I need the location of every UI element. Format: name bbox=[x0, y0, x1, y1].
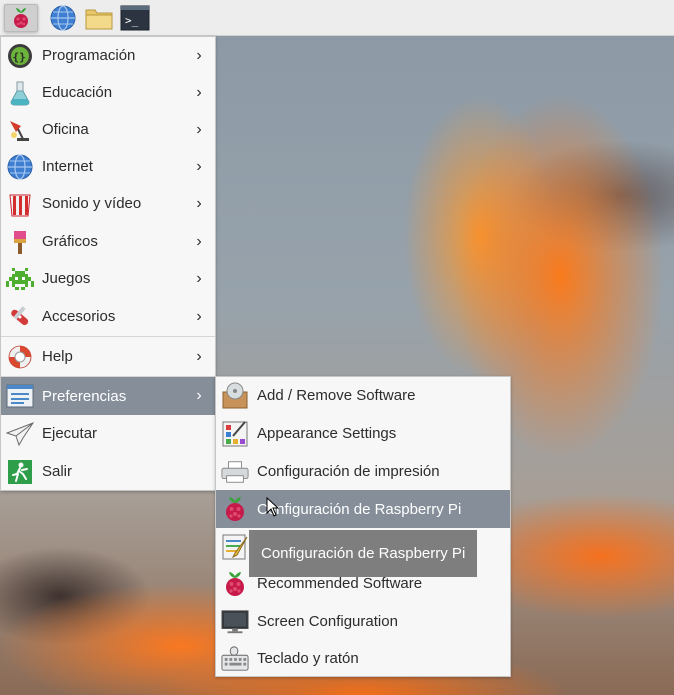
submenu-item-label: Screen Configuration bbox=[257, 613, 398, 630]
menu-separator bbox=[1, 336, 215, 337]
menu-item-preferencias[interactable]: Preferencias › bbox=[1, 377, 215, 415]
submenu-item-label: Recommended Software bbox=[257, 575, 423, 592]
menu-item-juegos[interactable]: Juegos › bbox=[1, 260, 215, 297]
web-browser-launcher[interactable] bbox=[48, 4, 78, 32]
chevron-right-icon: › bbox=[196, 83, 202, 101]
menu-item-educacion[interactable]: Educación › bbox=[1, 74, 215, 111]
raspberry-icon bbox=[221, 570, 249, 598]
menu-item-label: Help bbox=[42, 348, 73, 365]
tooltip: Configuración de Raspberry Pi bbox=[249, 530, 477, 577]
menu-item-label: Ejecutar bbox=[42, 425, 98, 442]
games-invader-icon bbox=[6, 265, 34, 293]
submenu-item-teclado-y-raton[interactable]: Teclado y ratón bbox=[216, 640, 510, 677]
top-panel: >_ bbox=[0, 0, 674, 36]
preferences-submenu: Add / Remove Software Appearance Setting… bbox=[215, 376, 511, 677]
svg-text:{}: {} bbox=[13, 50, 26, 63]
menu-item-help[interactable]: Help › bbox=[1, 338, 215, 375]
chevron-right-icon: › bbox=[196, 46, 202, 64]
applications-menu: {} Programación › Educación › Oficina › … bbox=[0, 36, 216, 491]
chevron-right-icon: › bbox=[196, 307, 202, 325]
terminal-icon: >_ bbox=[120, 5, 150, 31]
logout-exit-icon bbox=[6, 458, 34, 486]
menu-item-label: Sonido y vídeo bbox=[42, 195, 142, 212]
menu-item-graficos[interactable]: Gráficos › bbox=[1, 223, 215, 260]
menu-item-label: Accesorios bbox=[42, 308, 116, 325]
submenu-item-label: Appearance Settings bbox=[257, 425, 397, 442]
terminal-launcher[interactable]: >_ bbox=[120, 4, 150, 32]
chevron-right-icon: › bbox=[196, 387, 202, 404]
keyboard-mouse-icon bbox=[221, 645, 249, 673]
svg-text:>_: >_ bbox=[125, 14, 139, 27]
menu-item-label: Educación bbox=[42, 84, 113, 101]
menu-item-label: Preferencias bbox=[42, 387, 127, 405]
submenu-item-label: Add / Remove Software bbox=[257, 387, 416, 404]
add-remove-software-icon bbox=[221, 382, 249, 410]
chevron-right-icon: › bbox=[196, 232, 202, 250]
programming-icon: {} bbox=[6, 42, 34, 70]
monitor-icon bbox=[221, 608, 249, 636]
file-manager-launcher[interactable] bbox=[84, 4, 114, 32]
mouse-cursor-icon bbox=[266, 497, 280, 517]
chevron-right-icon: › bbox=[196, 157, 202, 175]
menu-item-programacion[interactable]: {} Programación › bbox=[1, 37, 215, 74]
internet-globe-icon bbox=[6, 153, 34, 181]
graphics-paintbrush-icon bbox=[6, 228, 34, 256]
education-icon bbox=[6, 79, 34, 107]
submenu-item-appearance-settings[interactable]: Appearance Settings bbox=[216, 415, 510, 452]
menu-item-sonido-y-video[interactable]: Sonido y vídeo › bbox=[1, 185, 215, 222]
submenu-item-configuracion-de-impresion[interactable]: Configuración de impresión bbox=[216, 453, 510, 490]
raspberry-icon bbox=[221, 495, 249, 523]
menu-item-label: Salir bbox=[42, 463, 73, 480]
chevron-right-icon: › bbox=[196, 269, 202, 287]
preferences-icon bbox=[6, 382, 34, 410]
submenu-item-label: Configuración de Raspberry Pi bbox=[257, 500, 462, 518]
printer-icon bbox=[221, 458, 249, 486]
menu-item-label: Gráficos bbox=[42, 233, 98, 250]
menu-item-accesorios[interactable]: Accesorios › bbox=[1, 298, 215, 335]
office-icon bbox=[6, 116, 34, 144]
menu-item-oficina[interactable]: Oficina › bbox=[1, 111, 215, 148]
submenu-item-label: Configuración de impresión bbox=[257, 463, 440, 480]
globe-icon bbox=[50, 5, 76, 31]
main-menu-editor-icon bbox=[221, 533, 249, 561]
menu-item-internet[interactable]: Internet › bbox=[1, 148, 215, 185]
menu-item-label: Juegos bbox=[42, 270, 91, 287]
accessories-knife-icon bbox=[6, 303, 34, 331]
help-lifebuoy-icon bbox=[6, 343, 34, 371]
menu-item-ejecutar[interactable]: Ejecutar bbox=[1, 415, 215, 452]
applications-menu-button[interactable] bbox=[4, 4, 38, 32]
appearance-settings-icon bbox=[221, 420, 249, 448]
submenu-item-configuracion-de-raspberry-pi[interactable]: Configuración de Raspberry Pi bbox=[216, 490, 510, 528]
raspberry-icon bbox=[14, 8, 28, 28]
menu-item-label: Programación bbox=[42, 47, 136, 64]
menu-item-label: Oficina bbox=[42, 121, 89, 138]
submenu-item-screen-configuration[interactable]: Screen Configuration bbox=[216, 603, 510, 640]
run-paperplane-icon bbox=[6, 420, 34, 448]
submenu-item-add-remove-software[interactable]: Add / Remove Software bbox=[216, 377, 510, 414]
submenu-item-label: Teclado y ratón bbox=[257, 650, 359, 667]
sound-video-icon bbox=[6, 190, 34, 218]
chevron-right-icon: › bbox=[196, 194, 202, 212]
menu-item-label: Internet bbox=[42, 158, 93, 175]
chevron-right-icon: › bbox=[196, 347, 202, 365]
folder-icon bbox=[85, 9, 113, 30]
menu-item-salir[interactable]: Salir bbox=[1, 453, 215, 490]
chevron-right-icon: › bbox=[196, 120, 202, 138]
